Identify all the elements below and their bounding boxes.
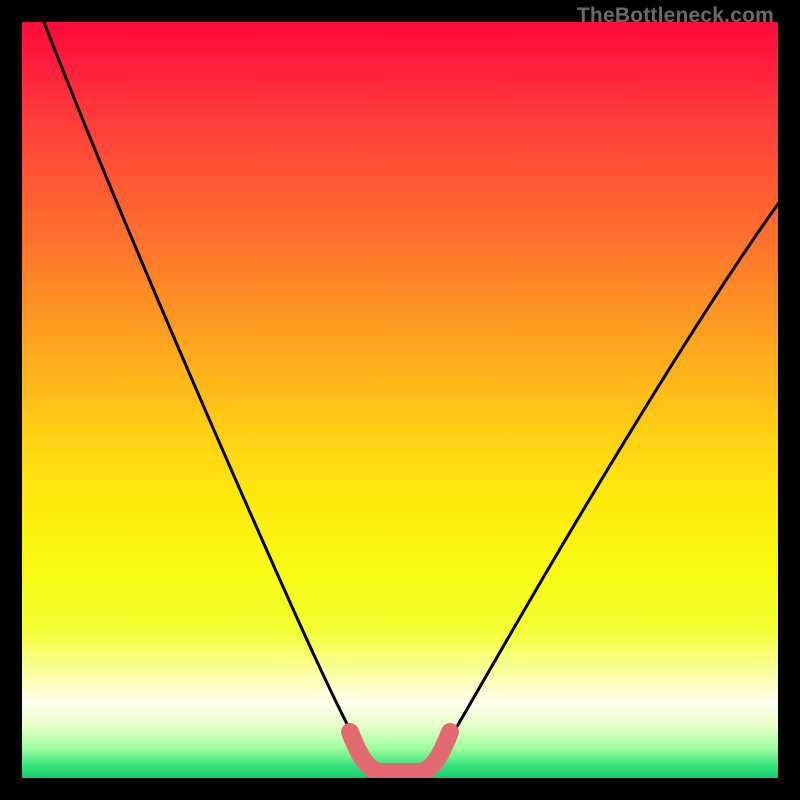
bottleneck-curve [44, 22, 778, 774]
watermark-text: TheBottleneck.com [577, 4, 774, 28]
sweet-spot-marker [350, 732, 450, 772]
curve-layer [22, 22, 778, 778]
chart-frame: TheBottleneck.com [0, 0, 800, 800]
plot-area [22, 22, 778, 778]
